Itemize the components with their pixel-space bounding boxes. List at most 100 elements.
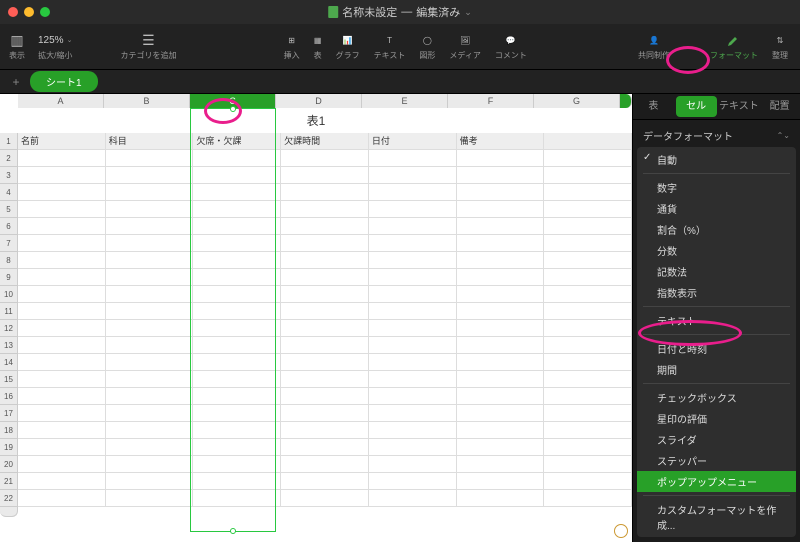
tab-align[interactable]: 配置 — [759, 94, 800, 119]
graph-button[interactable]: 📊 グラフ — [332, 32, 364, 61]
cell[interactable] — [457, 150, 545, 167]
cell[interactable] — [457, 218, 545, 235]
format-scientific[interactable]: 記数法 — [637, 261, 796, 282]
format-text[interactable]: テキスト — [637, 310, 796, 331]
cell[interactable] — [457, 252, 545, 269]
cell[interactable] — [281, 473, 369, 490]
tab-text[interactable]: テキスト — [719, 94, 760, 119]
format-slider[interactable]: スライダ — [637, 429, 796, 450]
cell[interactable] — [544, 439, 632, 456]
row-header[interactable]: 9 — [0, 269, 18, 286]
row-header[interactable]: 20 — [0, 456, 18, 473]
row-header[interactable]: 4 — [0, 184, 18, 201]
row-header[interactable]: 6 — [0, 218, 18, 235]
cell[interactable] — [369, 490, 457, 507]
data-format-label[interactable]: データフォーマット ⌃⌄ — [633, 120, 800, 147]
cell[interactable] — [106, 473, 194, 490]
cell[interactable]: 備考 — [457, 133, 545, 150]
cell[interactable] — [369, 388, 457, 405]
cell[interactable] — [106, 456, 194, 473]
maximize-button[interactable] — [40, 7, 50, 17]
row-header[interactable]: 12 — [0, 320, 18, 337]
table-title[interactable]: 表1 — [0, 108, 632, 133]
format-number[interactable]: 数字 — [637, 177, 796, 198]
cell[interactable] — [193, 388, 281, 405]
tab-table[interactable]: 表 — [633, 94, 674, 119]
cell[interactable] — [193, 184, 281, 201]
cell[interactable] — [281, 150, 369, 167]
format-percent[interactable]: 割合（%） — [637, 219, 796, 240]
row-header[interactable]: 10 — [0, 286, 18, 303]
cell[interactable] — [18, 252, 106, 269]
row-header[interactable]: 16 — [0, 388, 18, 405]
cell[interactable] — [106, 354, 194, 371]
cell[interactable] — [544, 167, 632, 184]
cell[interactable] — [369, 371, 457, 388]
cell[interactable] — [281, 286, 369, 303]
cell[interactable] — [457, 456, 545, 473]
cell[interactable] — [193, 167, 281, 184]
cell[interactable] — [457, 337, 545, 354]
cell[interactable] — [544, 371, 632, 388]
cell[interactable] — [193, 235, 281, 252]
cell[interactable] — [457, 167, 545, 184]
cell[interactable] — [369, 269, 457, 286]
cell[interactable] — [18, 388, 106, 405]
column-header-F[interactable]: F — [448, 94, 534, 108]
cell[interactable] — [544, 286, 632, 303]
cell[interactable] — [457, 201, 545, 218]
cell[interactable] — [18, 167, 106, 184]
add-row-handle[interactable] — [0, 507, 18, 517]
cell[interactable] — [369, 150, 457, 167]
cell[interactable] — [544, 490, 632, 507]
cell[interactable] — [193, 354, 281, 371]
row-header[interactable]: 2 — [0, 150, 18, 167]
cell[interactable] — [544, 422, 632, 439]
cell[interactable] — [18, 337, 106, 354]
cell[interactable] — [544, 133, 632, 150]
cell[interactable] — [281, 490, 369, 507]
zoom-control[interactable]: 125% ⌄ 拡大/縮小 — [32, 33, 78, 61]
cell[interactable] — [544, 354, 632, 371]
cell[interactable] — [18, 235, 106, 252]
cell[interactable] — [281, 167, 369, 184]
cell[interactable] — [193, 150, 281, 167]
cell[interactable] — [544, 252, 632, 269]
column-header-G[interactable]: G — [534, 94, 620, 108]
cell[interactable] — [18, 150, 106, 167]
cell[interactable] — [106, 303, 194, 320]
cell[interactable] — [457, 422, 545, 439]
organize-button[interactable]: ⇅ 整理 — [768, 32, 792, 61]
cell[interactable] — [281, 201, 369, 218]
row-header[interactable]: 17 — [0, 405, 18, 422]
cell[interactable] — [18, 354, 106, 371]
row-header[interactable]: 14 — [0, 354, 18, 371]
cell[interactable] — [457, 235, 545, 252]
cell[interactable] — [457, 405, 545, 422]
cell[interactable] — [369, 235, 457, 252]
cell[interactable]: 名前 — [18, 133, 106, 150]
cell[interactable] — [544, 405, 632, 422]
cell[interactable] — [193, 252, 281, 269]
format-popup[interactable]: ポップアップメニュー — [637, 471, 796, 492]
cell[interactable] — [369, 201, 457, 218]
cell[interactable] — [18, 269, 106, 286]
cell[interactable] — [369, 405, 457, 422]
row-header[interactable]: 1 — [0, 133, 18, 150]
selection-handle-bottom[interactable] — [230, 528, 236, 534]
cell[interactable] — [457, 388, 545, 405]
cell[interactable] — [193, 490, 281, 507]
cell[interactable] — [281, 405, 369, 422]
cell[interactable] — [544, 303, 632, 320]
cell[interactable] — [106, 371, 194, 388]
cell[interactable] — [106, 439, 194, 456]
cell[interactable] — [18, 490, 106, 507]
format-stepper[interactable]: ステッパー — [637, 450, 796, 471]
row-header[interactable]: 5 — [0, 201, 18, 218]
format-datetime[interactable]: 日付と時刻 — [637, 338, 796, 359]
cell[interactable] — [193, 218, 281, 235]
cell[interactable] — [544, 337, 632, 354]
cell[interactable] — [106, 167, 194, 184]
cell[interactable] — [369, 354, 457, 371]
cell[interactable] — [193, 473, 281, 490]
